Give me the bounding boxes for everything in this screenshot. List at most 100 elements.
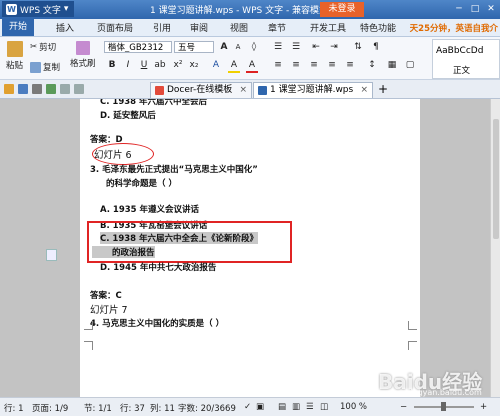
doc-line: 3. 毛泽东最先正式提出“马克思主义中国化” xyxy=(90,165,258,175)
ribbon: 粘贴 ✂ 剪切 复制 格式刷 楷体_GB2312 五号 A A ◊ B I U … xyxy=(0,37,500,80)
doc-line: 幻灯片 7 xyxy=(90,305,128,316)
tab-document[interactable]: 1 课堂习题讲解.wps × xyxy=(253,82,373,98)
brush-icon xyxy=(75,41,90,55)
web-view-icon[interactable]: ▥ xyxy=(292,402,300,412)
doc-line: A. 1935 年遵义会议讲话 xyxy=(100,205,200,215)
align-right-icon[interactable]: ≡ xyxy=(308,59,320,71)
tab-review[interactable]: 审阅 xyxy=(190,21,208,34)
close-tab-icon[interactable]: × xyxy=(360,83,368,98)
tab-features[interactable]: 特色功能 xyxy=(360,21,396,34)
tab-page-layout[interactable]: 页面布局 xyxy=(97,21,133,34)
format-painter-button[interactable]: 格式刷 xyxy=(70,41,96,69)
sort-icon[interactable]: ⇅ xyxy=(352,41,364,53)
font-name-select[interactable]: 楷体_GB2312 xyxy=(104,41,172,53)
underline-button[interactable]: U xyxy=(138,59,150,71)
login-button[interactable]: 未登录 xyxy=(320,2,364,17)
undo-icon[interactable] xyxy=(60,84,70,94)
bold-button[interactable]: B xyxy=(106,59,118,71)
tab-home[interactable]: 开始 xyxy=(2,19,35,36)
status-row: 行: 1 xyxy=(4,404,24,414)
status-bar: 行: 1 页面: 1/9 节: 1/1 行: 37 列: 11 字数: 20/3… xyxy=(0,397,500,416)
shrink-font-button[interactable]: A xyxy=(232,41,244,53)
style-gallery-normal[interactable]: AaBbCcDd 正文 xyxy=(432,39,500,79)
close-tab-icon[interactable]: × xyxy=(239,83,247,98)
clipboard-icon xyxy=(6,41,23,57)
new-tab-button[interactable]: + xyxy=(378,82,388,96)
align-center-icon[interactable]: ≡ xyxy=(290,59,302,71)
tab-references[interactable]: 引用 xyxy=(153,21,171,34)
page-view-icon[interactable]: ▤ xyxy=(278,402,286,412)
spellcheck-icon[interactable]: ✓ xyxy=(244,402,251,412)
italic-button[interactable]: I xyxy=(122,59,134,71)
document-area: C. 1938 年六届六中全会后 D. 延安整风后 答案：D 幻灯片 6 3. … xyxy=(0,99,490,397)
text-effect-icon[interactable]: A xyxy=(210,59,222,71)
tab-view[interactable]: 视图 xyxy=(230,21,248,34)
page-corner-mark xyxy=(408,321,417,330)
tab-developer[interactable]: 开发工具 xyxy=(310,21,346,34)
wps-logo-icon: W xyxy=(6,3,17,15)
redo-icon[interactable] xyxy=(74,84,84,94)
promo-text[interactable]: 天25分钟，英语自我介 xyxy=(410,22,498,34)
decrease-indent-icon[interactable]: ⇤ xyxy=(310,41,322,53)
font-size-select[interactable]: 五号 xyxy=(174,41,214,53)
clear-format-icon[interactable]: ◊ xyxy=(248,41,260,53)
bullet-list-icon[interactable]: ☰ xyxy=(272,41,284,53)
app-menu-button[interactable]: W WPS 文字 ▾ xyxy=(2,1,75,17)
zoom-value[interactable]: 100 % xyxy=(340,402,367,412)
tab-docer-templates[interactable]: Docer-在线模板 × xyxy=(150,82,252,98)
increase-indent-icon[interactable]: ⇥ xyxy=(328,41,340,53)
font-color-icon[interactable]: A xyxy=(246,59,258,73)
paragraph-layout-icon[interactable] xyxy=(46,249,57,261)
copy-button[interactable]: 复制 xyxy=(30,61,60,73)
justify-icon[interactable]: ≡ xyxy=(326,59,338,71)
status-page[interactable]: 页面: 1/9 xyxy=(32,402,68,414)
paste-button[interactable]: 粘贴 xyxy=(6,41,23,71)
annotation-circle xyxy=(92,143,154,165)
save-icon[interactable] xyxy=(18,84,28,94)
document-page[interactable]: C. 1938 年六届六中全会后 D. 延安整风后 答案：D 幻灯片 6 3. … xyxy=(80,99,420,397)
copy-icon xyxy=(30,61,41,73)
minimize-button[interactable]: ─ xyxy=(452,2,466,16)
style-preview: AaBbCcDd xyxy=(436,46,484,56)
print-preview-icon[interactable] xyxy=(46,84,56,94)
print-icon[interactable] xyxy=(32,84,42,94)
number-list-icon[interactable]: ☰ xyxy=(290,41,302,53)
cut-button[interactable]: ✂ 剪切 xyxy=(30,41,56,53)
docer-icon xyxy=(155,86,164,95)
document-tab-bar: Docer-在线模板 × 1 课堂习题讲解.wps × + xyxy=(0,80,500,99)
tab-sections[interactable]: 章节 xyxy=(268,21,286,34)
strikethrough-icon[interactable]: ab xyxy=(154,59,166,71)
chevron-down-icon: ▾ xyxy=(63,4,69,14)
page-corner-mark xyxy=(408,341,417,350)
close-button[interactable]: ✕ xyxy=(484,2,498,16)
open-folder-icon[interactable] xyxy=(4,84,14,94)
distribute-icon[interactable]: ≡ xyxy=(344,59,356,71)
outline-view-icon[interactable]: ☰ xyxy=(306,402,314,412)
status-word-count[interactable]: 字数: 20/3669 xyxy=(178,402,236,414)
show-marks-icon[interactable]: ¶ xyxy=(370,41,382,53)
scrollbar-thumb[interactable] xyxy=(493,119,499,239)
maximize-button[interactable]: □ xyxy=(468,2,482,16)
read-view-icon[interactable]: ◫ xyxy=(320,402,328,412)
status-line: 行: 37 xyxy=(120,404,145,414)
shading-icon[interactable]: ▦ xyxy=(386,59,398,71)
tab-insert[interactable]: 插入 xyxy=(56,21,74,34)
superscript-icon[interactable]: x² xyxy=(172,59,184,71)
document-icon xyxy=(258,86,267,95)
zoom-slider-knob[interactable] xyxy=(441,402,446,411)
grow-font-button[interactable]: A xyxy=(218,41,230,53)
line-spacing-icon[interactable]: ↕ xyxy=(366,59,378,71)
doc-line: D. 1945 年中共七大政治报告 xyxy=(100,263,217,273)
border-icon[interactable]: ▢ xyxy=(404,59,416,71)
doc-line: C. 1938 年六届六中全会后 xyxy=(100,99,208,107)
highlight-icon[interactable]: A xyxy=(228,59,240,73)
zoom-out-button[interactable]: − xyxy=(400,402,407,412)
save-status-icon[interactable]: ▣ xyxy=(256,402,264,412)
doc-line: 的科学命题是（ ） xyxy=(106,179,177,189)
page-corner-mark xyxy=(84,341,93,350)
zoom-in-button[interactable]: + xyxy=(480,402,487,412)
subscript-icon[interactable]: x₂ xyxy=(188,59,200,71)
align-left-icon[interactable]: ≡ xyxy=(272,59,284,71)
status-column: 列: 11 xyxy=(150,404,175,414)
vertical-scrollbar[interactable] xyxy=(490,99,500,397)
